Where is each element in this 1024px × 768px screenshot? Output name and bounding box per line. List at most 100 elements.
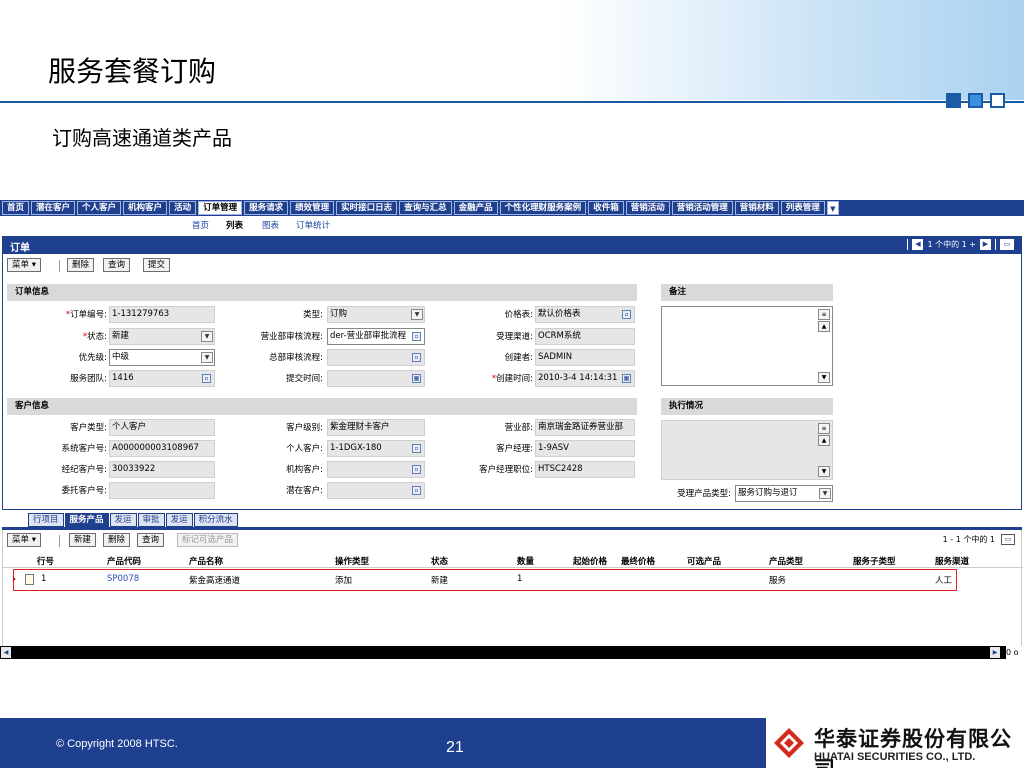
picker-icon[interactable]: ▫ [412, 486, 421, 495]
tab-individual-customers[interactable]: 个人客户 [77, 201, 122, 215]
execution-textarea[interactable]: ≡ ▲ ▼ [661, 420, 833, 480]
chevron-down-icon[interactable]: ▼ [201, 352, 213, 363]
menu-button[interactable]: 菜单 ▾ [7, 258, 41, 272]
tab-marketing-management[interactable]: 营销活动管理 [671, 201, 733, 215]
subnav-home[interactable]: 首页 [192, 219, 209, 231]
team-field[interactable]: 1416 ▫ [109, 370, 215, 387]
product-code-link[interactable]: SP0078 [107, 574, 139, 584]
picker-icon[interactable]: ▫ [412, 332, 421, 341]
calendar-icon[interactable]: ▦ [412, 374, 421, 383]
tab-points-flow[interactable]: 积分流水 [193, 513, 238, 527]
tab-approval[interactable]: 审批 [137, 513, 165, 527]
mark-optional-button[interactable]: 标记可选产品 [177, 533, 239, 547]
query-button[interactable]: 查询 [103, 258, 131, 272]
tab-wealth-cases[interactable]: 个性化理财服务案例 [499, 201, 587, 215]
mgrpos-field[interactable]: HTSC2428 [535, 461, 635, 478]
order-no-field[interactable]: 1-131279763 [109, 306, 215, 323]
col-qty[interactable]: 数量 [517, 555, 534, 567]
delete-button[interactable]: 删除 [67, 258, 95, 272]
brokerno-field[interactable]: 30033922 [109, 461, 215, 478]
potential-field[interactable]: ▫ [327, 482, 425, 499]
chevron-down-icon[interactable]: ▼ [201, 331, 213, 342]
channel-field[interactable]: OCRM系统 [535, 328, 635, 345]
tab-prospects[interactable]: 潜在客户 [31, 201, 76, 215]
chevron-down-icon[interactable]: ▼ [411, 309, 423, 320]
next-record-icon[interactable]: ▶ [980, 239, 991, 250]
expand-icon[interactable]: ≡ [818, 309, 830, 320]
org-field[interactable]: ▫ [327, 461, 425, 478]
created-field[interactable]: 2010-3-4 14:14:31 ▦ [535, 370, 635, 387]
priority-select[interactable]: 中级 ▼ [109, 349, 215, 366]
expand-icon[interactable]: ≡ [818, 423, 830, 434]
col-start-price[interactable]: 起始价格 [573, 555, 607, 567]
manager-field[interactable]: 1-9ASV [535, 440, 635, 457]
picker-icon[interactable]: ▫ [412, 444, 421, 453]
type-select[interactable]: 订购 ▼ [327, 306, 425, 323]
list-delete-button[interactable]: 删除 [103, 533, 131, 547]
col-line[interactable]: 行号 [37, 555, 54, 567]
picker-icon[interactable]: ▫ [412, 353, 421, 362]
layout-icon[interactable]: ▭ [1001, 534, 1015, 545]
tab-order-management[interactable]: 订单管理 [198, 201, 243, 215]
tab-query-summary[interactable]: 查询与汇总 [399, 201, 452, 215]
col-code[interactable]: 产品代码 [107, 555, 141, 567]
tab-list-management[interactable]: 列表管理 [780, 201, 825, 215]
table-row[interactable]: 1 SP0078 紫金高速通道 添加 新建 1 服务 人工 [3, 571, 1023, 587]
hq-flow-field[interactable]: ▫ [327, 349, 425, 366]
col-channel[interactable]: 服务渠道 [935, 555, 969, 567]
branch-field[interactable]: 南京瑞金路证券营业部 [535, 419, 635, 436]
tab-shipping-2[interactable]: 发运 [165, 513, 193, 527]
scroll-right-icon[interactable]: ▶ [990, 647, 1000, 658]
tab-performance[interactable]: 绩效管理 [290, 201, 335, 215]
subnav-list[interactable]: 列表 [226, 219, 243, 231]
col-subtype[interactable]: 服务子类型 [853, 555, 896, 567]
submit-button[interactable]: 提交 [143, 258, 171, 272]
tab-line-items[interactable]: 行项目 [28, 513, 64, 527]
more-tabs-icon[interactable]: ▼ [826, 201, 839, 215]
price-field[interactable]: 默认价格表 ▫ [535, 306, 635, 323]
dept-flow-field[interactable]: der-营业部审批流程 ▫ [327, 328, 425, 345]
picker-icon[interactable]: ▫ [412, 465, 421, 474]
chevron-down-icon[interactable]: ▼ [819, 488, 831, 499]
picker-icon[interactable]: ▫ [622, 310, 631, 319]
col-status[interactable]: 状态 [431, 555, 448, 567]
scroll-up-icon[interactable]: ▲ [818, 435, 830, 446]
scroll-up-icon[interactable]: ▲ [818, 321, 830, 332]
col-final-price[interactable]: 最终价格 [621, 555, 655, 567]
tab-marketing[interactable]: 营销活动 [625, 201, 670, 215]
creator-field[interactable]: SADMIN [535, 349, 635, 366]
col-optional[interactable]: 可选产品 [687, 555, 721, 567]
subnav-chart[interactable]: 图表 [262, 219, 279, 231]
new-button[interactable]: 新建 [69, 533, 97, 547]
horizontal-scrollbar[interactable]: ◀ ▶ 0 o [0, 646, 1024, 659]
status-field[interactable]: 新建 ▼ [109, 328, 215, 345]
picker-icon[interactable]: ▫ [202, 374, 211, 383]
ctype-field[interactable]: 个人客户 [109, 419, 215, 436]
tab-inbox[interactable]: 收件箱 [588, 201, 624, 215]
tab-activities[interactable]: 活动 [169, 201, 197, 215]
tab-service-requests[interactable]: 服务请求 [244, 201, 289, 215]
submit-time-field[interactable]: ▦ [327, 370, 425, 387]
tab-realtime-log[interactable]: 实时接口日志 [336, 201, 398, 215]
accept-type-select[interactable]: 服务订购与退订 ▼ [735, 485, 833, 502]
note-textarea[interactable]: ≡ ▲ ▼ [661, 306, 833, 386]
prev-record-icon[interactable]: ◀ [912, 239, 924, 250]
calendar-icon[interactable]: ▦ [622, 374, 631, 383]
layout-icon[interactable]: ▭ [1000, 239, 1014, 250]
tab-marketing-materials[interactable]: 营销材料 [734, 201, 779, 215]
person-field[interactable]: 1-1DGX-180 ▫ [327, 440, 425, 457]
subnav-order-stats[interactable]: 订单统计 [296, 219, 330, 231]
list-menu-button[interactable]: 菜单 ▾ [7, 533, 41, 547]
col-op[interactable]: 操作类型 [335, 555, 369, 567]
level-field[interactable]: 紫金理财卡客户 [327, 419, 425, 436]
scroll-left-icon[interactable]: ◀ [1, 647, 11, 658]
col-ptype[interactable]: 产品类型 [769, 555, 803, 567]
list-query-button[interactable]: 查询 [137, 533, 165, 547]
tab-home[interactable]: 首页 [2, 201, 30, 215]
tab-service-products[interactable]: 服务产品 [64, 513, 109, 527]
tab-financial-products[interactable]: 金融产品 [453, 201, 498, 215]
col-name[interactable]: 产品名称 [189, 555, 223, 567]
tab-shipping[interactable]: 发运 [109, 513, 137, 527]
scroll-down-icon[interactable]: ▼ [818, 466, 830, 477]
sysno-field[interactable]: A000000003108967 [109, 440, 215, 457]
